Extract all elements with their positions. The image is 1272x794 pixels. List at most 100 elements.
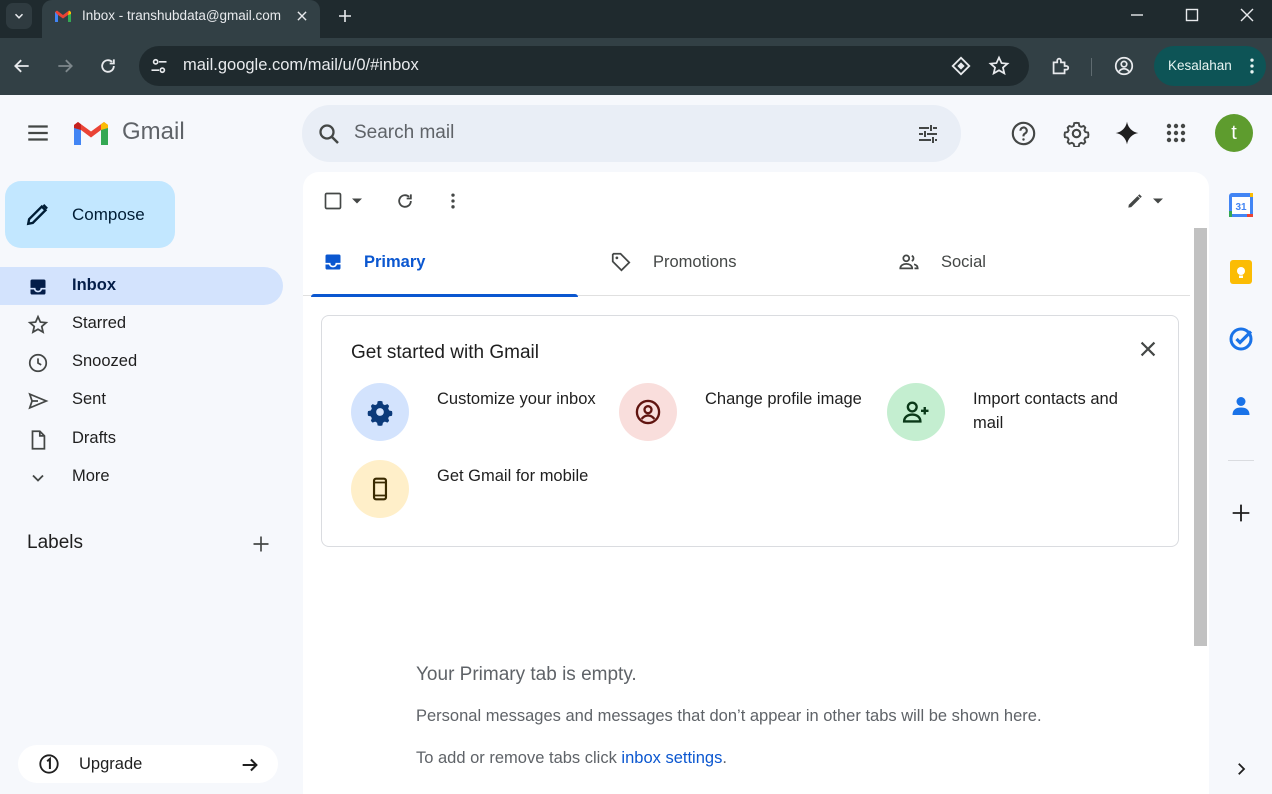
search-input[interactable] bbox=[354, 117, 894, 149]
compose-button[interactable]: Compose bbox=[5, 181, 175, 248]
account-circle-icon bbox=[619, 383, 677, 441]
select-menu-button[interactable] bbox=[344, 188, 370, 214]
url-text: mail.google.com/mail/u/0/#inbox bbox=[183, 56, 419, 74]
keep-app-button[interactable] bbox=[1228, 259, 1254, 285]
show-side-panel-button[interactable] bbox=[1228, 756, 1254, 782]
plus-icon bbox=[1232, 504, 1250, 522]
maximize-button[interactable] bbox=[1164, 0, 1219, 30]
forward-button[interactable] bbox=[52, 53, 78, 79]
empty-state-description: Personal messages and messages that don’… bbox=[416, 707, 1042, 725]
tab-promotions[interactable]: Promotions bbox=[591, 228, 866, 296]
close-icon bbox=[1240, 8, 1253, 22]
dropdown-caret-icon bbox=[1153, 198, 1163, 204]
nav-item-more[interactable]: More bbox=[0, 458, 283, 496]
inbox-settings-link[interactable]: inbox settings bbox=[621, 749, 722, 767]
input-tools-menu-button[interactable] bbox=[1145, 188, 1171, 214]
browser-tab-title: Inbox - transhubdata@gmail.com - Gmail bbox=[82, 8, 282, 23]
tab-primary[interactable]: Primary bbox=[303, 228, 578, 297]
more-vert-icon bbox=[1250, 58, 1254, 74]
gemini-button[interactable] bbox=[1108, 114, 1146, 152]
search-button[interactable] bbox=[316, 121, 342, 147]
search-options-button[interactable] bbox=[914, 120, 942, 148]
bookmark-button[interactable] bbox=[987, 54, 1011, 78]
plus-icon bbox=[339, 10, 351, 22]
tab-promotions-label: Promotions bbox=[653, 253, 737, 271]
account-button[interactable] bbox=[1112, 54, 1136, 78]
settings-prefix: To add or remove tabs click bbox=[416, 749, 622, 767]
extensions-button[interactable] bbox=[1048, 54, 1072, 78]
nav-item-inbox[interactable]: Inbox bbox=[0, 267, 283, 305]
settings-button[interactable] bbox=[1057, 114, 1095, 152]
gmail-mobile-label: Get Gmail for mobile bbox=[437, 467, 589, 485]
clock-icon bbox=[26, 351, 50, 375]
nav-item-snoozed[interactable]: Snoozed bbox=[0, 343, 283, 381]
menu-icon bbox=[28, 125, 48, 141]
site-info-button[interactable] bbox=[147, 54, 171, 78]
google-apps-button[interactable] bbox=[1157, 114, 1195, 152]
close-icon bbox=[297, 11, 307, 21]
minimize-button[interactable] bbox=[1109, 0, 1164, 30]
select-all-checkbox[interactable] bbox=[320, 188, 346, 214]
tab-search-button[interactable] bbox=[6, 3, 32, 29]
browser-tab-active[interactable]: Inbox - transhubdata@gmail.com - Gmail bbox=[42, 0, 320, 38]
tag-icon bbox=[609, 250, 633, 274]
phone-icon bbox=[351, 460, 409, 518]
profile-chip[interactable]: Kesalahan bbox=[1154, 46, 1266, 86]
lens-icon bbox=[951, 56, 971, 76]
back-button[interactable] bbox=[9, 53, 35, 79]
person-add-icon bbox=[887, 383, 945, 441]
translate-button[interactable] bbox=[949, 54, 973, 78]
account-circle-icon bbox=[1114, 56, 1134, 76]
reload-button[interactable] bbox=[95, 53, 121, 79]
tab-social[interactable]: Social bbox=[879, 228, 1154, 296]
nav-item-drafts[interactable]: Drafts bbox=[0, 420, 283, 458]
tasks-app-button[interactable] bbox=[1228, 326, 1254, 352]
nav-label-drafts: Drafts bbox=[72, 429, 117, 447]
empty-state-settings-text: To add or remove tabs click inbox settin… bbox=[416, 749, 727, 768]
upgrade-button[interactable]: Upgrade bbox=[18, 745, 278, 783]
tab-close-button[interactable] bbox=[292, 6, 312, 26]
customize-inbox-item[interactable]: Customize your inbox bbox=[351, 383, 611, 447]
star-icon bbox=[26, 313, 50, 337]
more-options-button[interactable] bbox=[440, 188, 466, 214]
import-contacts-item[interactable]: Import contacts and mail bbox=[887, 383, 1147, 447]
main-menu-button[interactable] bbox=[18, 113, 58, 153]
send-icon bbox=[26, 389, 50, 413]
create-label-button[interactable] bbox=[248, 531, 274, 557]
arrow-right-icon bbox=[58, 59, 73, 73]
calendar-app-button[interactable]: 31 bbox=[1228, 192, 1254, 218]
nav-item-sent[interactable]: Sent bbox=[0, 381, 283, 419]
refresh-button[interactable] bbox=[392, 188, 418, 214]
import-contacts-label: Import contacts and mail bbox=[973, 390, 1118, 432]
support-button[interactable] bbox=[1004, 114, 1042, 152]
checkbox-icon bbox=[324, 192, 342, 210]
new-tab-button[interactable] bbox=[333, 4, 357, 28]
get-started-close-button[interactable] bbox=[1133, 334, 1163, 364]
browser-menu-button[interactable] bbox=[1240, 54, 1264, 78]
window-close-button[interactable] bbox=[1219, 0, 1272, 30]
arrow-left-icon bbox=[14, 59, 29, 73]
keep-icon bbox=[1230, 260, 1252, 284]
customize-inbox-label: Customize your inbox bbox=[437, 390, 596, 408]
gmail-mobile-item[interactable]: Get Gmail for mobile bbox=[351, 460, 611, 524]
contacts-app-button[interactable] bbox=[1228, 393, 1254, 419]
arrow-right-icon bbox=[238, 753, 262, 777]
address-bar[interactable]: mail.google.com/mail/u/0/#inbox bbox=[139, 46, 1029, 86]
settings-suffix: . bbox=[722, 749, 727, 767]
account-avatar[interactable]: t bbox=[1215, 114, 1253, 152]
get-addons-button[interactable] bbox=[1228, 500, 1254, 526]
apps-grid-icon bbox=[1166, 123, 1186, 143]
sparkle-icon bbox=[1115, 121, 1139, 145]
nav-label-inbox: Inbox bbox=[72, 276, 116, 294]
nav-item-starred[interactable]: Starred bbox=[0, 305, 283, 343]
tab-primary-label: Primary bbox=[364, 253, 426, 271]
pencil-icon bbox=[1128, 194, 1142, 208]
change-profile-image-item[interactable]: Change profile image bbox=[619, 383, 879, 447]
refresh-icon bbox=[398, 194, 412, 208]
browser-tab-bar: Inbox - transhubdata@gmail.com - Gmail bbox=[0, 0, 1272, 38]
chevron-down-icon bbox=[26, 466, 50, 490]
search-bar bbox=[302, 105, 961, 162]
scrollbar-thumb[interactable] bbox=[1194, 228, 1207, 646]
people-icon bbox=[897, 250, 921, 274]
gmail-favicon-icon bbox=[55, 10, 71, 22]
